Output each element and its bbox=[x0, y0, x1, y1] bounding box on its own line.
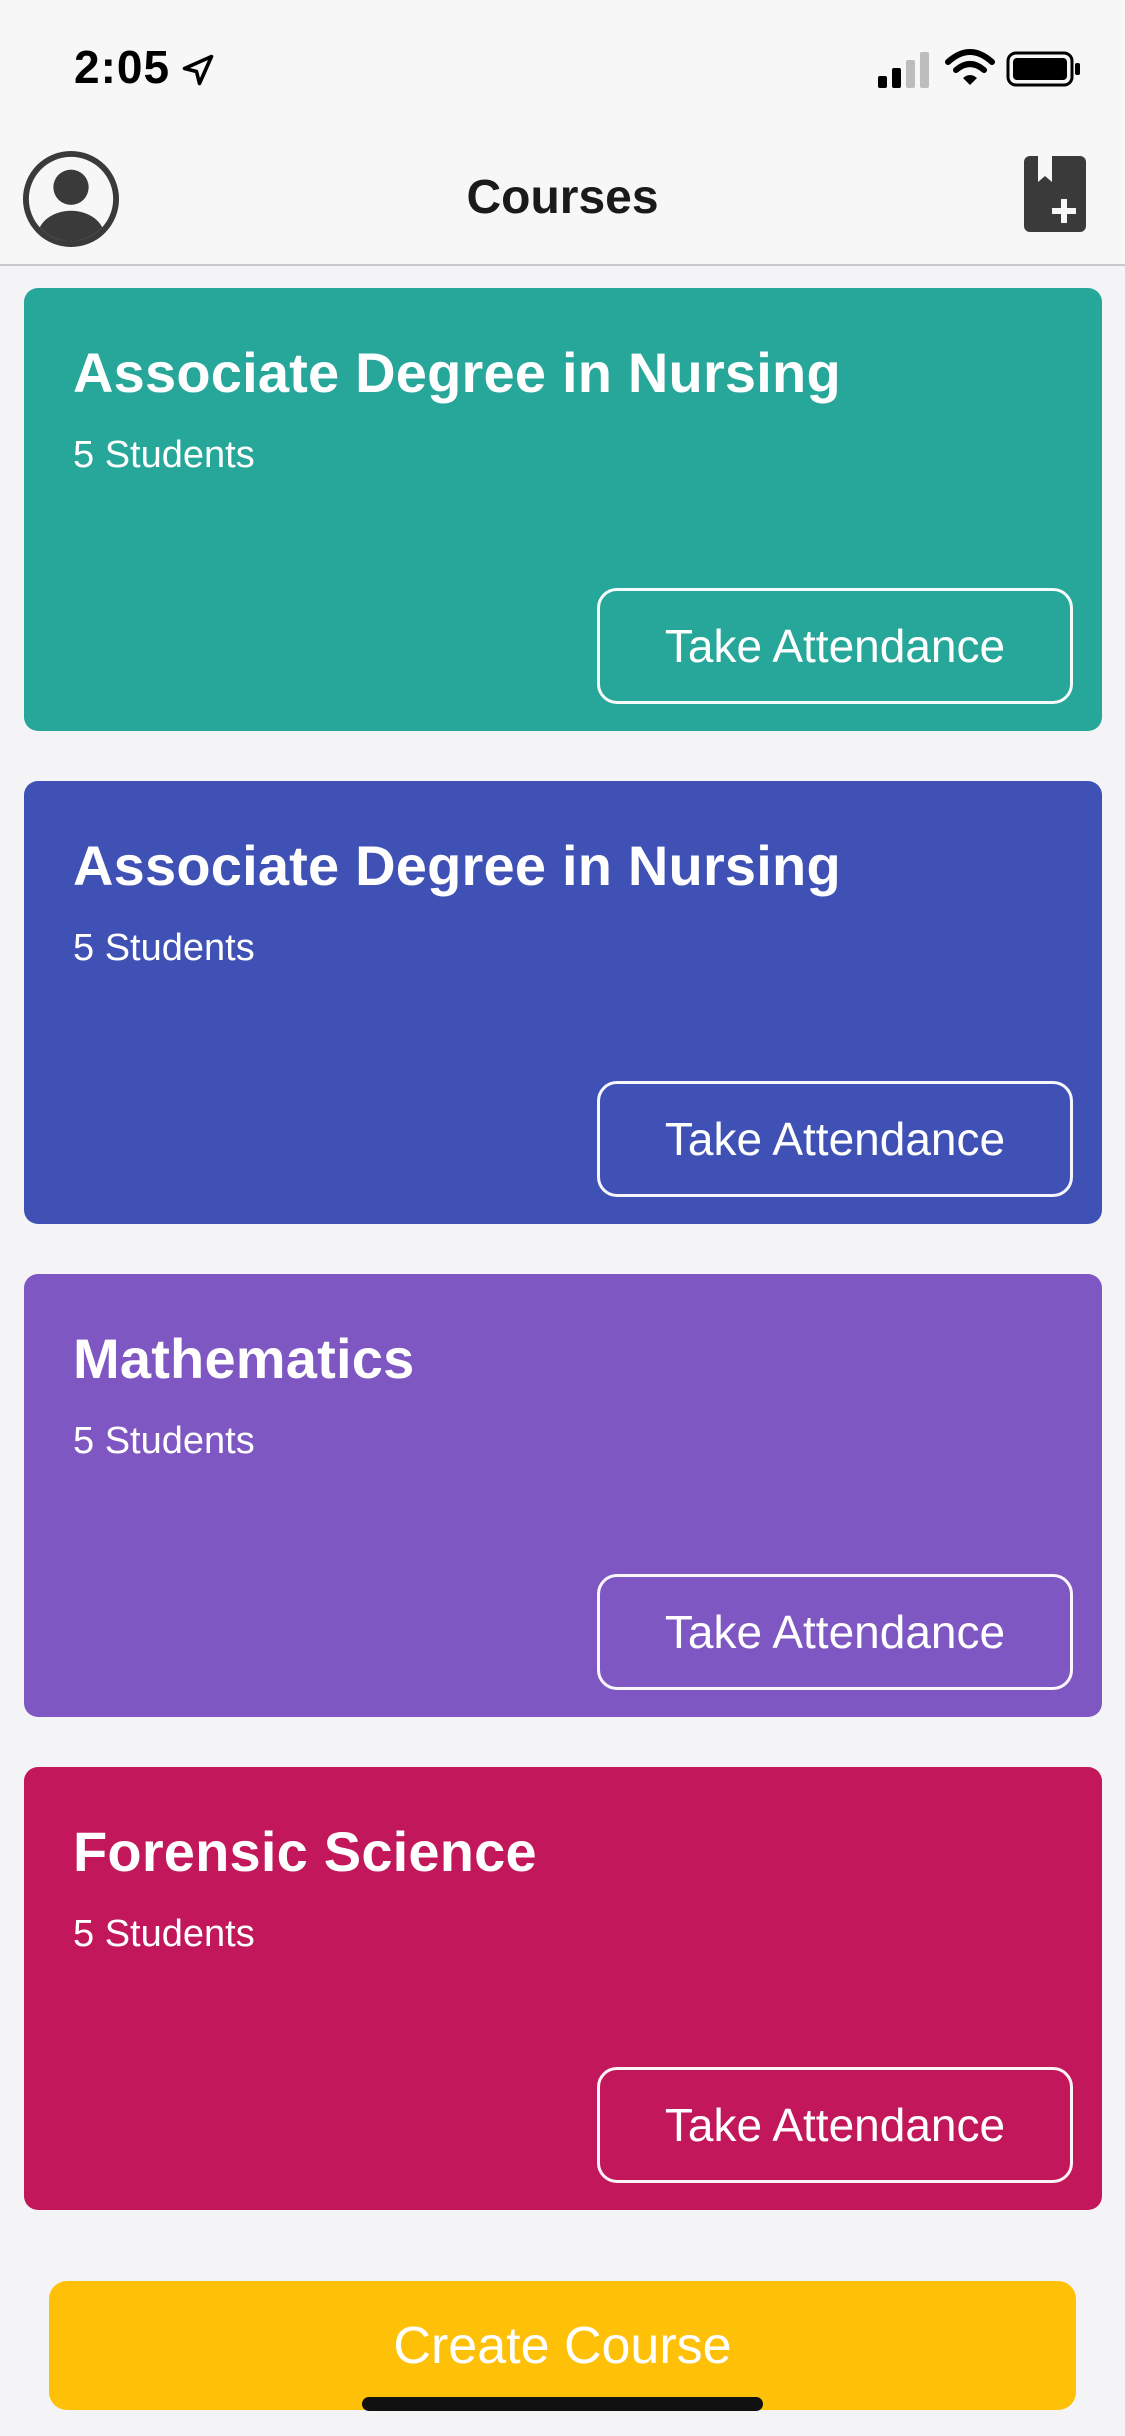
student-count: 5 Students bbox=[73, 434, 255, 476]
status-bar: 2:05 bbox=[0, 0, 1125, 132]
take-attendance-button[interactable]: Take Attendance bbox=[597, 1081, 1073, 1197]
page-title: Courses bbox=[466, 171, 659, 224]
location-arrow-icon bbox=[182, 54, 214, 86]
create-course-button[interactable]: Create Course bbox=[49, 2281, 1076, 2410]
course-card[interactable]: Associate Degree in Nursing 5 Students T… bbox=[24, 288, 1102, 731]
add-bookmark-icon[interactable] bbox=[1024, 156, 1086, 232]
wifi-icon bbox=[945, 49, 995, 85]
student-count: 5 Students bbox=[73, 1913, 255, 1955]
student-count: 5 Students bbox=[73, 927, 255, 969]
course-name: Mathematics bbox=[73, 1327, 415, 1390]
take-attendance-button[interactable]: Take Attendance bbox=[597, 1574, 1073, 1690]
battery-icon bbox=[1006, 51, 1080, 87]
take-attendance-button[interactable]: Take Attendance bbox=[597, 2067, 1073, 2183]
student-count: 5 Students bbox=[73, 1420, 255, 1462]
navigation-bar: Courses bbox=[0, 132, 1125, 266]
status-time: 2:05 bbox=[74, 41, 171, 93]
course-card[interactable]: Associate Degree in Nursing 5 Students T… bbox=[24, 781, 1102, 1224]
course-name: Associate Degree in Nursing bbox=[73, 834, 841, 897]
home-indicator bbox=[362, 2397, 763, 2411]
course-card[interactable]: Forensic Science 5 Students Take Attenda… bbox=[24, 1767, 1102, 2210]
course-card[interactable]: Mathematics 5 Students Take Attendance bbox=[24, 1274, 1102, 1717]
take-attendance-button[interactable]: Take Attendance bbox=[597, 588, 1073, 704]
cellular-signal-icon bbox=[878, 52, 929, 88]
course-name: Associate Degree in Nursing bbox=[73, 341, 841, 404]
course-name: Forensic Science bbox=[73, 1820, 537, 1883]
course-list: Associate Degree in Nursing 5 Students T… bbox=[24, 288, 1102, 2260]
